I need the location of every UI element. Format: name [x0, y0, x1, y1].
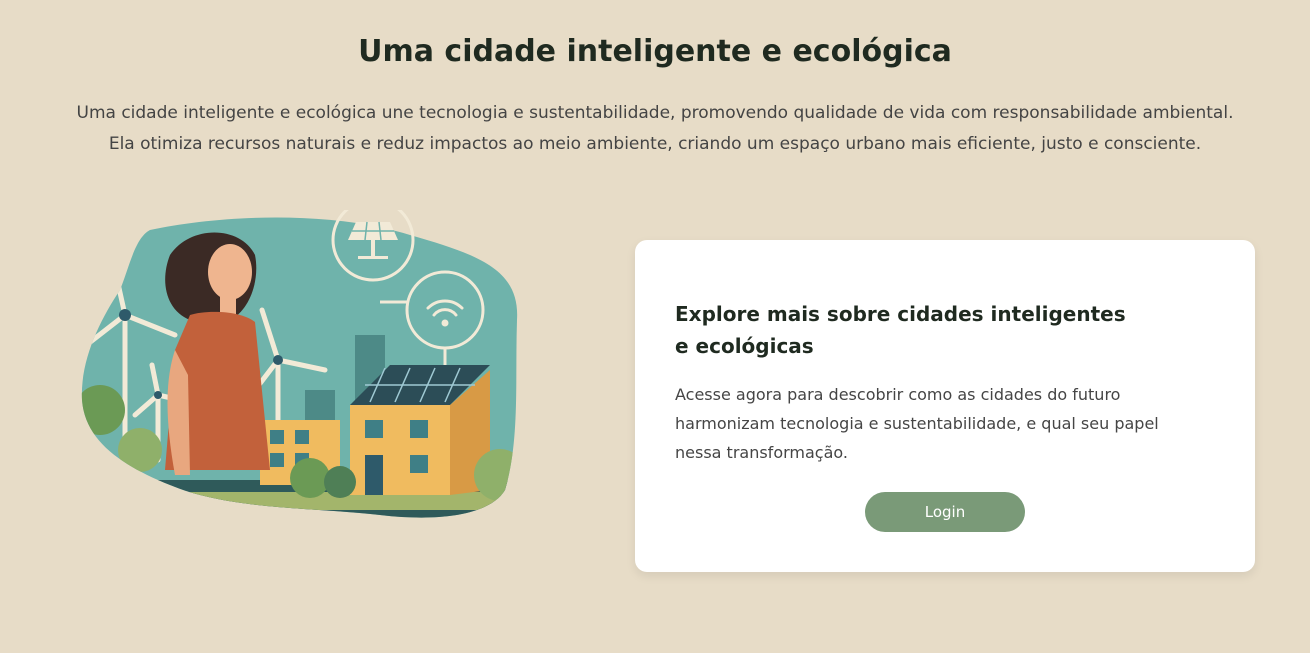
smart-city-illustration	[80, 198, 520, 530]
intro-text: Uma cidade inteligente e ecológica une t…	[0, 98, 1310, 160]
intro-line-1: Uma cidade inteligente e ecológica une t…	[76, 103, 1234, 123]
page: Uma cidade inteligente e ecológica Uma c…	[0, 0, 1310, 653]
page-title: Uma cidade inteligente e ecológica	[358, 34, 952, 69]
login-card: Explore mais sobre cidades inteligentes …	[635, 240, 1255, 572]
card-description: Acesse agora para descobrir como as cida…	[675, 385, 1159, 462]
intro-line-2: Ela otimiza recursos naturais e reduz im…	[108, 134, 1202, 154]
woman-smart-city-icon	[81, 198, 518, 518]
login-button[interactable]: Login	[865, 492, 1025, 532]
card-title: Explore mais sobre cidades inteligentes …	[675, 302, 1126, 358]
